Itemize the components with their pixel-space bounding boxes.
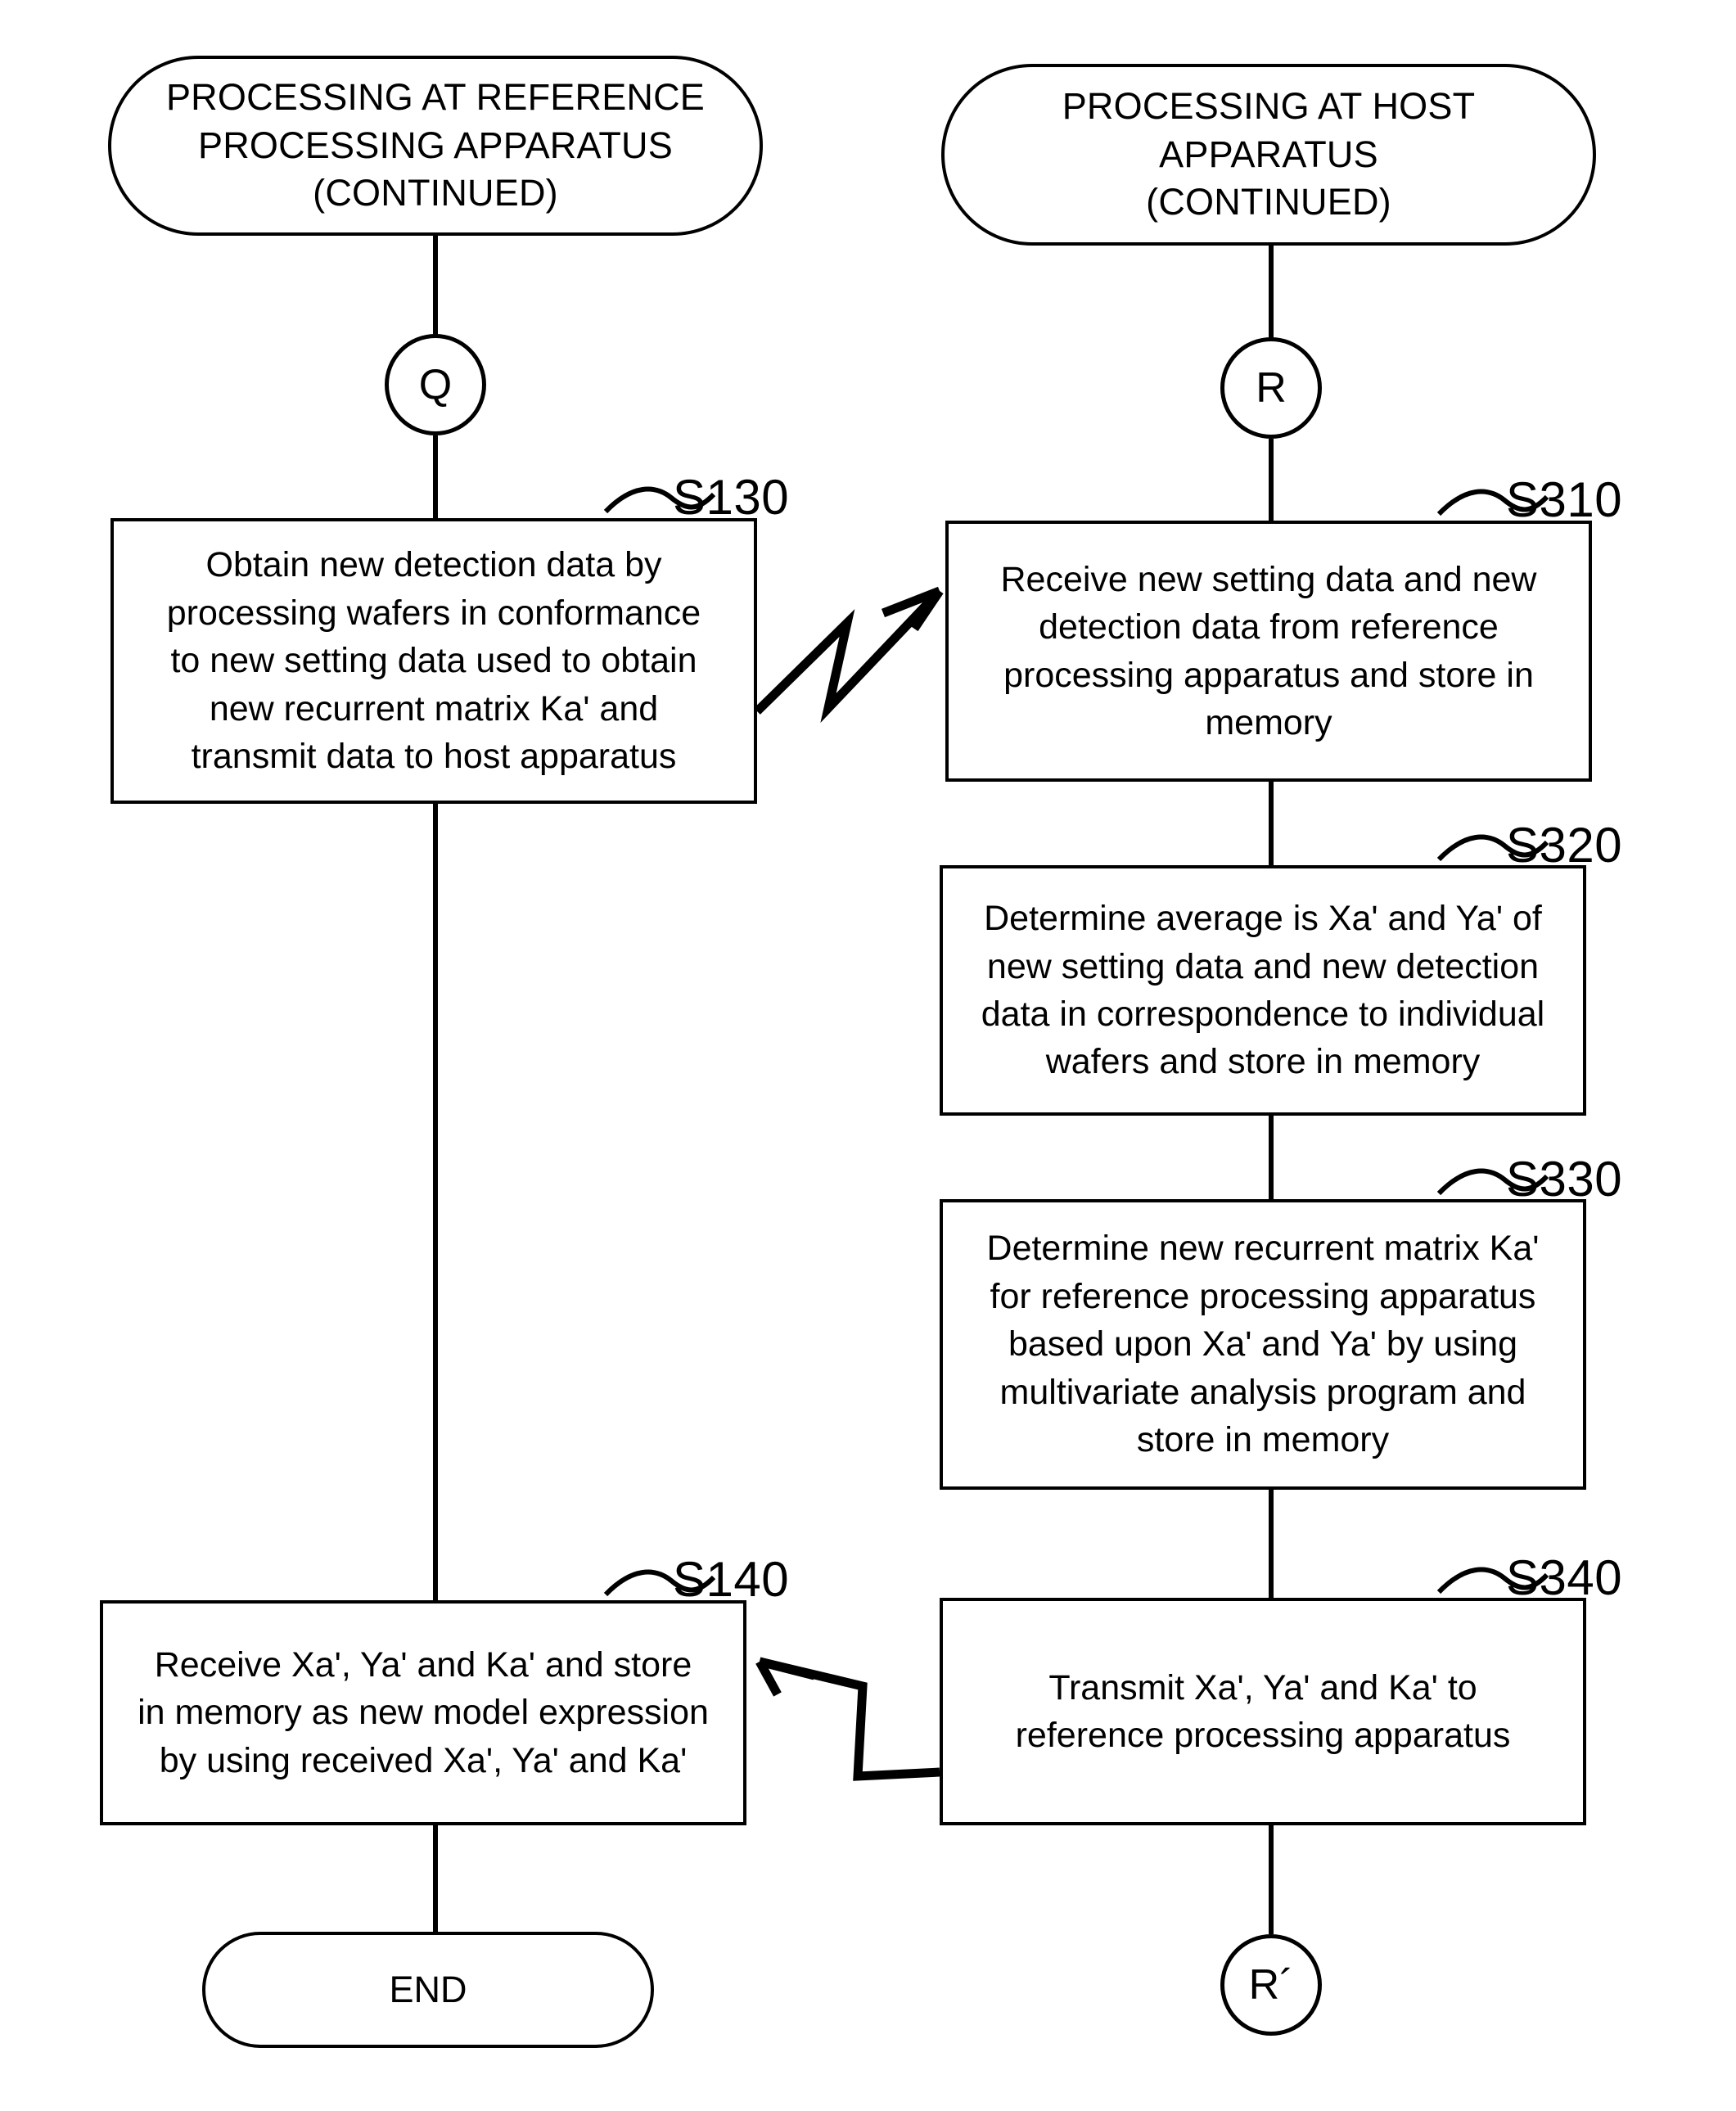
- connector-circle-R-label: R: [1256, 364, 1287, 412]
- process-box-S330-text: Determine new recurrent matrix Ka' for r…: [986, 1229, 1540, 1460]
- step-label-S310: S310: [1506, 472, 1623, 527]
- terminator-left-header-label: PROCESSING AT REFERENCE PROCESSING APPAR…: [165, 76, 706, 214]
- process-box-S140-text: Receive Xa', Ya' and Ka' and store in me…: [138, 1644, 709, 1780]
- connector-circle-Q: Q: [385, 334, 486, 435]
- process-box-S320: Determine average is Xa' and Ya' of new …: [940, 865, 1586, 1116]
- process-box-S330: Determine new recurrent matrix Ka' for r…: [940, 1199, 1586, 1490]
- zigzag-arrow-s340-to-s140: [755, 1657, 940, 1781]
- flowchart-canvas: PROCESSING AT REFERENCE PROCESSING APPAR…: [0, 0, 1736, 2111]
- connector-circle-R-prime-label: R´: [1248, 1961, 1294, 2009]
- step-label-S320: S320: [1506, 818, 1623, 873]
- connector-circle-R: R: [1220, 337, 1322, 439]
- process-box-S140: Receive Xa', Ya' and Ka' and store in me…: [100, 1600, 746, 1825]
- step-label-S330: S330: [1506, 1152, 1623, 1207]
- connector-circle-Q-label: Q: [418, 361, 453, 408]
- step-label-S130: S130: [673, 470, 790, 525]
- step-label-S140: S140: [673, 1552, 790, 1607]
- process-box-S340: Transmit Xa', Ya' and Ka' to reference p…: [940, 1598, 1586, 1825]
- process-box-S320-text: Determine average is Xa' and Ya' of new …: [981, 899, 1545, 1082]
- terminator-end: END: [202, 1932, 654, 2048]
- process-box-S340-text: Transmit Xa', Ya' and Ka' to reference p…: [1015, 1667, 1511, 1755]
- process-box-S130-text: Obtain new detection data by processing …: [166, 545, 701, 777]
- terminator-right-header: PROCESSING AT HOST APPARATUS (CONTINUED): [941, 64, 1596, 246]
- connector-circle-R-prime: R´: [1220, 1934, 1322, 2036]
- process-box-S310: Receive new setting data and new detecti…: [945, 521, 1592, 782]
- terminator-end-label: END: [389, 1969, 467, 2010]
- zigzag-arrow-s130-to-s310: [754, 586, 944, 724]
- terminator-right-header-label: PROCESSING AT HOST APPARATUS (CONTINUED): [1062, 85, 1476, 223]
- process-box-S310-text: Receive new setting data and new detecti…: [1000, 559, 1537, 742]
- process-box-S130: Obtain new detection data by processing …: [110, 518, 757, 804]
- terminator-left-header: PROCESSING AT REFERENCE PROCESSING APPAR…: [108, 56, 763, 236]
- step-label-S340: S340: [1506, 1550, 1623, 1605]
